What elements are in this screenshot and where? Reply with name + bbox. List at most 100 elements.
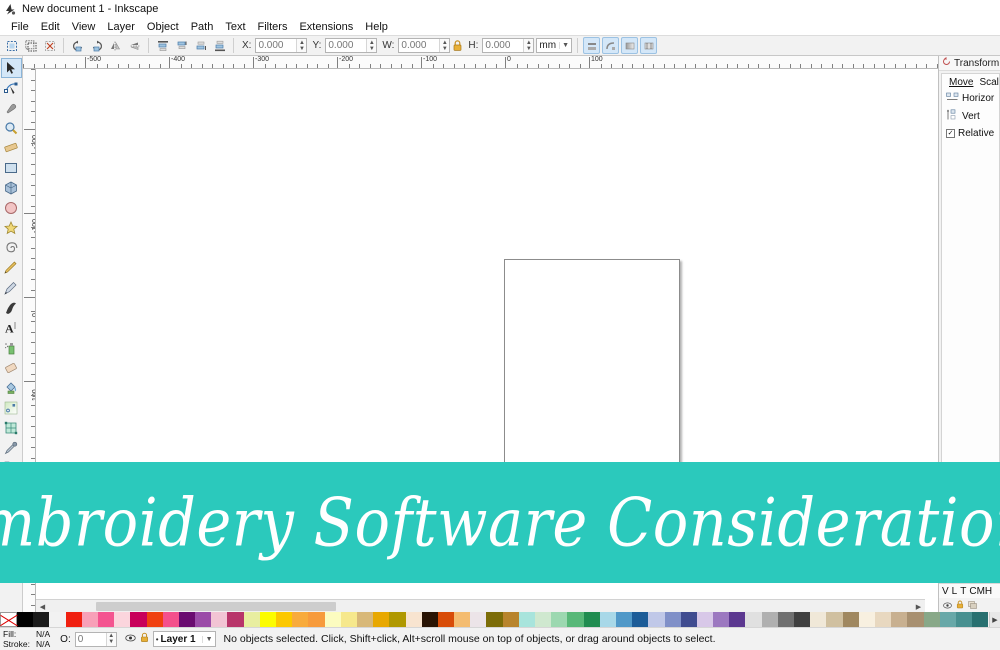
palette-swatch[interactable] (97, 612, 115, 627)
palette-swatch[interactable] (356, 612, 374, 627)
palette-swatch[interactable] (599, 612, 616, 627)
palette-swatch[interactable] (308, 612, 325, 627)
h-input[interactable] (483, 39, 524, 52)
dropper-tool[interactable] (1, 438, 22, 458)
rotate-90-cw-icon[interactable] (88, 37, 105, 54)
deselect-icon[interactable] (41, 37, 58, 54)
eye-icon[interactable] (943, 600, 952, 612)
palette-swatch[interactable] (874, 612, 892, 627)
text-tool[interactable]: A (1, 318, 22, 338)
color-palette[interactable]: ▶ (0, 612, 1000, 627)
palette-swatch[interactable] (794, 612, 811, 627)
transform-tab-scale[interactable]: Scal (976, 77, 999, 88)
palette-swatch[interactable] (211, 612, 228, 627)
palette-swatch[interactable] (178, 612, 196, 627)
tweak-tool[interactable] (1, 98, 22, 118)
bucket-fill-tool[interactable] (1, 378, 22, 398)
w-input[interactable] (399, 39, 440, 52)
palette-swatch[interactable] (421, 612, 438, 627)
palette-swatch[interactable] (680, 612, 697, 627)
lower-to-bottom-icon[interactable] (211, 37, 228, 54)
calligraphy-tool[interactable] (1, 298, 22, 318)
palette-swatch[interactable] (842, 612, 859, 627)
relative-move-checkbox[interactable]: ✓ (946, 129, 955, 138)
rotate-90-ccw-icon[interactable] (69, 37, 86, 54)
node-editor-tool[interactable] (1, 78, 22, 98)
palette-swatch[interactable] (907, 612, 924, 627)
x-input[interactable] (256, 39, 297, 52)
palette-swatch[interactable] (891, 612, 908, 627)
spray-tool[interactable] (1, 338, 22, 358)
chevron-down-icon[interactable]: ▼ (201, 635, 213, 643)
eraser-tool[interactable] (1, 358, 22, 378)
palette-swatch[interactable] (49, 612, 66, 627)
palette-swatch[interactable] (65, 612, 82, 627)
palette-swatch[interactable] (130, 612, 147, 627)
mesh-gradient-tool[interactable] (1, 418, 22, 438)
palette-swatch[interactable] (162, 612, 179, 627)
hscroll-thumb[interactable] (96, 602, 336, 611)
box3d-tool[interactable] (1, 178, 22, 198)
layer-visibility-icon[interactable] (125, 633, 136, 645)
palette-swatch[interactable] (761, 612, 778, 627)
palette-swatch[interactable] (551, 612, 568, 627)
y-stepper[interactable]: ▲ ▼ (366, 39, 377, 52)
palette-swatch[interactable] (114, 612, 131, 627)
flip-vertical-icon[interactable] (126, 37, 143, 54)
palette-swatch[interactable] (696, 612, 714, 627)
raise-to-top-icon[interactable] (154, 37, 171, 54)
menu-item-layer[interactable]: Layer (101, 20, 141, 34)
pen-tool[interactable] (1, 278, 22, 298)
y-field[interactable]: ▲▼ (325, 38, 378, 53)
canvas-horizontal-scrollbar[interactable]: ◀ ▶ (36, 599, 925, 612)
layer-select[interactable]: • Layer 1 ▼ (152, 631, 216, 647)
menu-item-edit[interactable]: Edit (35, 20, 66, 34)
palette-swatch[interactable] (648, 612, 665, 627)
layer-lock-icon[interactable] (140, 632, 149, 646)
menu-item-extensions[interactable]: Extensions (293, 20, 359, 34)
menu-item-path[interactable]: Path (185, 20, 220, 34)
palette-swatch[interactable] (81, 612, 98, 627)
affect-patterns-icon[interactable] (640, 37, 658, 54)
opacity-stepper[interactable]: ▲ ▼ (105, 632, 116, 646)
lock-ratio-icon[interactable] (452, 39, 463, 53)
palette-swatch[interactable] (713, 612, 730, 627)
opacity-input[interactable] (75, 632, 106, 646)
affect-stroke-width-icon[interactable] (583, 37, 601, 54)
w-field[interactable]: ▲▼ (398, 38, 451, 53)
x-field[interactable]: ▲▼ (255, 38, 308, 53)
h-field[interactable]: ▲▼ (482, 38, 535, 53)
palette-swatch[interactable] (276, 612, 293, 627)
star-tool[interactable] (1, 218, 22, 238)
palette-swatch[interactable] (17, 612, 34, 627)
palette-swatch[interactable] (972, 612, 989, 627)
palette-swatch[interactable] (939, 612, 956, 627)
palette-swatch[interactable] (777, 612, 794, 627)
palette-swatch[interactable] (227, 612, 244, 627)
palette-swatch[interactable] (146, 612, 163, 627)
unit-select[interactable]: mm ▼ (536, 38, 573, 53)
transform-tab-move[interactable]: Move (946, 77, 976, 88)
palette-swatch[interactable] (243, 612, 260, 627)
select-all-icon[interactable] (3, 37, 20, 54)
opacity-field[interactable]: ▲▼ (74, 631, 117, 647)
palette-swatch[interactable] (583, 612, 600, 627)
palette-swatch[interactable] (437, 612, 455, 627)
palette-swatch[interactable] (745, 612, 762, 627)
relative-move-row[interactable]: ✓ Relative (942, 126, 999, 141)
menu-item-filters[interactable]: Filters (252, 20, 294, 34)
pencil-tool[interactable] (1, 258, 22, 278)
h-stepper[interactable]: ▲ ▼ (523, 39, 534, 52)
affect-gradients-icon[interactable] (621, 37, 639, 54)
raise-icon[interactable] (173, 37, 190, 54)
palette-swatch-none[interactable] (0, 612, 17, 627)
palette-swatch[interactable] (195, 612, 212, 627)
menu-item-view[interactable]: View (66, 20, 102, 34)
palette-swatch[interactable] (955, 612, 973, 627)
menu-item-file[interactable]: File (5, 20, 35, 34)
x-stepper[interactable]: ▲ ▼ (296, 39, 307, 52)
ellipse-tool[interactable] (1, 198, 22, 218)
palette-swatch[interactable] (810, 612, 827, 627)
menu-item-object[interactable]: Object (141, 20, 185, 34)
palette-swatch[interactable] (826, 612, 843, 627)
